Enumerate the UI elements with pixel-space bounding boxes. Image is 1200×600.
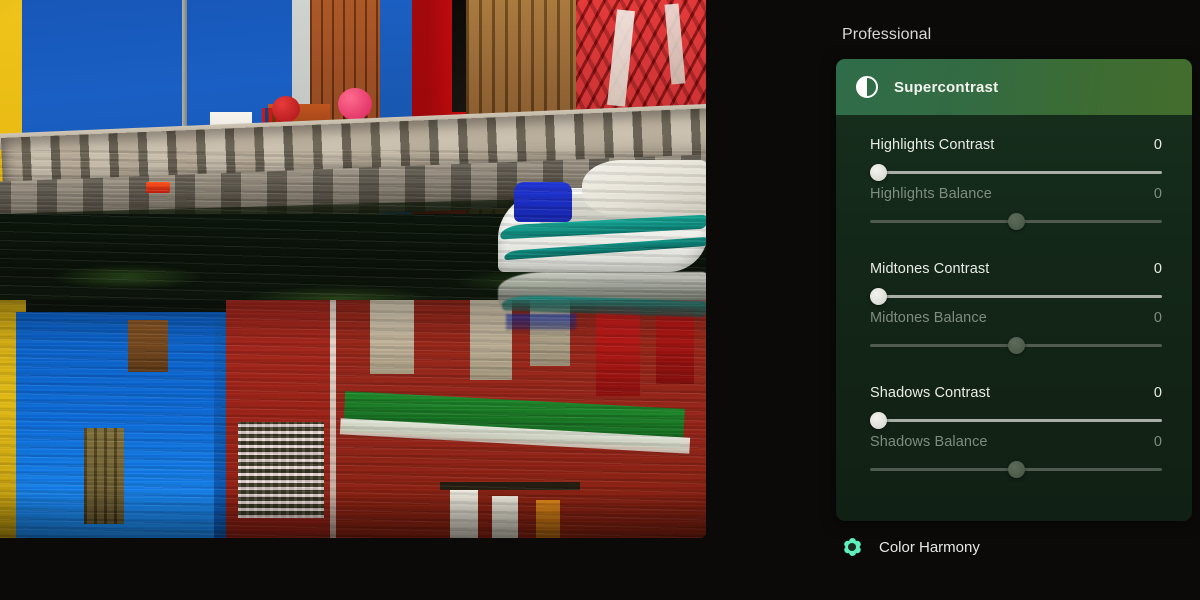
supercontrast-card: Supercontrast Highlights Contrast 0 High… bbox=[836, 59, 1192, 521]
slider-track-area[interactable] bbox=[870, 162, 1162, 184]
slider-header: Shadows Contrast 0 bbox=[870, 385, 1162, 401]
slider-value: 0 bbox=[1153, 434, 1162, 450]
slider-knob[interactable] bbox=[870, 288, 887, 305]
slider-header: Midtones Balance 0 bbox=[870, 310, 1162, 326]
slider-value: 0 bbox=[1153, 385, 1162, 401]
photo-preview[interactable] bbox=[0, 0, 706, 538]
photo-vignette bbox=[0, 0, 706, 538]
slider-label: Highlights Contrast bbox=[870, 137, 995, 153]
slider-knob[interactable] bbox=[1007, 213, 1025, 230]
slider-track[interactable] bbox=[870, 295, 1162, 298]
slider-knob[interactable] bbox=[1007, 337, 1025, 354]
slider-header: Midtones Contrast 0 bbox=[870, 261, 1162, 277]
slider-midtones-contrast: Midtones Contrast 0 bbox=[870, 261, 1162, 308]
color-harmony-label: Color Harmony bbox=[879, 538, 980, 556]
slider-value: 0 bbox=[1153, 186, 1162, 202]
slider-track-area[interactable] bbox=[870, 459, 1162, 481]
slider-track-area[interactable] bbox=[870, 410, 1162, 432]
slider-label: Shadows Balance bbox=[870, 434, 988, 450]
slider-header: Shadows Balance 0 bbox=[870, 434, 1162, 450]
slider-shadows-contrast: Shadows Contrast 0 bbox=[870, 385, 1162, 432]
slider-label: Midtones Contrast bbox=[870, 261, 990, 277]
slider-knob[interactable] bbox=[1007, 461, 1025, 478]
page-title: Professional bbox=[842, 26, 932, 43]
filter-item-color-harmony[interactable]: Color Harmony bbox=[842, 537, 980, 557]
slider-highlights-contrast: Highlights Contrast 0 bbox=[870, 137, 1162, 184]
slider-midtones-balance: Midtones Balance 0 bbox=[870, 310, 1162, 357]
slider-highlights-balance: Highlights Balance 0 bbox=[870, 186, 1162, 233]
slider-label: Shadows Contrast bbox=[870, 385, 991, 401]
slider-header: Highlights Contrast 0 bbox=[870, 137, 1162, 153]
slider-value: 0 bbox=[1153, 137, 1162, 153]
contrast-icon bbox=[856, 76, 878, 98]
slider-track[interactable] bbox=[870, 419, 1162, 422]
app-window: Professional Supercontrast Highlights Co… bbox=[0, 0, 1200, 600]
slider-track-area[interactable] bbox=[870, 211, 1162, 233]
slider-header: Highlights Balance 0 bbox=[870, 186, 1162, 202]
slider-knob[interactable] bbox=[870, 164, 887, 181]
slider-knob[interactable] bbox=[870, 412, 887, 429]
slider-label: Midtones Balance bbox=[870, 310, 987, 326]
slider-track-area[interactable] bbox=[870, 286, 1162, 308]
supercontrast-title: Supercontrast bbox=[894, 78, 999, 96]
slider-track-area[interactable] bbox=[870, 335, 1162, 357]
supercontrast-header[interactable]: Supercontrast bbox=[836, 59, 1192, 115]
adjustments-panel: Professional Supercontrast Highlights Co… bbox=[836, 0, 1200, 600]
photo-image bbox=[0, 0, 706, 538]
slider-shadows-balance: Shadows Balance 0 bbox=[870, 434, 1162, 481]
slider-value: 0 bbox=[1153, 261, 1162, 277]
slider-track[interactable] bbox=[870, 171, 1162, 174]
flower-center bbox=[848, 543, 856, 551]
slider-value: 0 bbox=[1153, 310, 1162, 326]
supercontrast-body: Highlights Contrast 0 Highlights Balance… bbox=[836, 115, 1192, 493]
slider-label: Highlights Balance bbox=[870, 186, 992, 202]
flower-icon bbox=[842, 537, 862, 557]
